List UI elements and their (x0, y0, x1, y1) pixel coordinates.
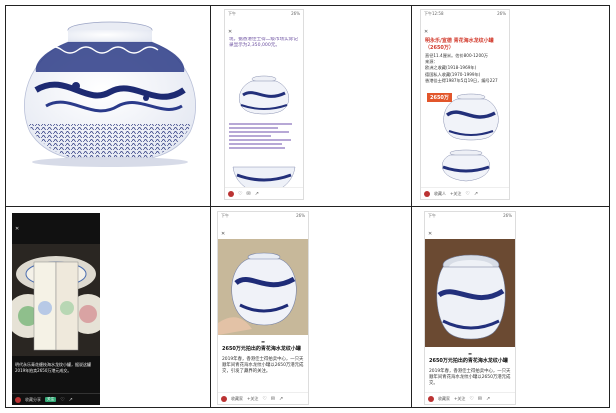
phone-screen: 下午 26% ✕ ▬ 2650万元拍出的青花海水龙纹小罐 2019年春，香港佳士得… (217, 211, 309, 405)
status-bar: 下午 26% (225, 10, 303, 18)
screenshot-cell-2: 下午 26% ✕ 现，据香港佳士得二级市场实际记录显示为2,350,000元。 (211, 6, 411, 206)
status-bar: 下午12:58 26% (421, 10, 509, 18)
avatar[interactable] (424, 190, 430, 197)
status-bar (12, 213, 100, 215)
close-icon[interactable]: ✕ (225, 29, 235, 35)
dragon-jar-image (24, 21, 196, 167)
like-icon[interactable]: ♡ (60, 397, 64, 403)
username[interactable]: 收藏分享 (25, 397, 41, 403)
share-icon[interactable]: ↗ (69, 397, 73, 403)
close-icon[interactable]: ✕ (421, 29, 431, 35)
bottom-bar: 收藏家 +关注 ♡ ✉ ↗ (425, 392, 515, 404)
username[interactable]: 收藏家 (438, 396, 450, 402)
status-battery: 26% (497, 11, 506, 16)
follow-button[interactable]: 关注 (45, 397, 57, 402)
article-text: 现，据香港佳士得二级市场实际记录显示为2,350,000元。 (229, 37, 298, 49)
jar-image-block: 2650万 (421, 85, 509, 145)
like-icon[interactable]: ♡ (465, 191, 469, 197)
detail-line: 香港佳士得1987年5月19日，编号227 (425, 77, 498, 83)
share-icon[interactable]: ↗ (255, 191, 259, 197)
status-time: 下午12:58 (424, 11, 444, 16)
article-title: 2650万元拍出的青花海水龙纹小罐 (222, 346, 301, 352)
bottom-bar: 收藏分享 关注 ♡ ↗ (12, 393, 100, 405)
screenshot-cell-6: 下午 26% ✕ ▬ 2650万元拍出的青花海水龙纹小罐 2019年春，香港佳士得… (412, 207, 611, 409)
close-icon[interactable]: ✕ (218, 231, 228, 237)
jar-in-hand-photo (218, 239, 308, 335)
jar-image (239, 75, 289, 115)
caption-text: 明代永乐青花缠枝海水龙纹小罐，据说这罐2019年拍卖2650万港元成交。 (15, 362, 91, 373)
share-icon[interactable]: ↗ (486, 396, 490, 402)
bottom-bar: 收藏家 +关注 ♡ ✉ ↗ (218, 392, 308, 404)
title-line: 明永乐/宣德 青花海水龙纹小罐 (425, 38, 494, 44)
status-time: 下午 (221, 213, 229, 218)
avatar[interactable] (221, 395, 227, 402)
details-list: 直径11.4厘米。估价800-1200万 来源： 欧洲之收藏(1918-1969… (421, 52, 509, 85)
title-price: （2650万） (425, 44, 454, 51)
comment-icon[interactable]: ✉ (271, 396, 275, 402)
avatar[interactable] (15, 396, 21, 403)
like-icon[interactable]: ♡ (262, 396, 266, 402)
status-time: 下午 (228, 11, 236, 16)
share-icon[interactable]: ↗ (279, 396, 283, 402)
share-icon[interactable]: ↗ (474, 191, 478, 197)
phone-screen: 下午 26% ✕ 现，据香港佳士得二级市场实际记录显示为2,350,000元。 (224, 9, 304, 200)
open-jar-photo (425, 239, 515, 347)
screenshot-cell-4: ✕ 明代永乐青花缠枝海水龙纹小罐，据说这罐2019年拍卖2650万港元成交。 收… (6, 207, 210, 409)
article-title: 明永乐/宣德 青花海水龙纹小罐 （2650万） (421, 37, 509, 52)
comment-icon[interactable]: ✉ (246, 191, 250, 197)
avatar[interactable] (428, 395, 434, 402)
article-title: 2650万元拍出的青花海水龙纹小罐 (429, 358, 508, 364)
phone-screen: 下午12:58 26% ✕ 明永乐/宣德 青花海水龙纹小罐 （2650万） 直径1… (420, 9, 510, 200)
screenshot-cell-5: 下午 26% ✕ ▬ 2650万元拍出的青花海水龙纹小罐 2019年春，香港佳士得… (211, 207, 411, 409)
plates-photo (12, 244, 100, 356)
status-time: 下午 (428, 213, 436, 218)
bottom-bar: 收藏人 +关注 ♡ ↗ (421, 187, 509, 199)
status-battery: 26% (296, 213, 305, 218)
image-grid: 下午 26% ✕ 现，据香港佳士得二级市场实际记录显示为2,350,000元。 (5, 5, 610, 408)
follow-button[interactable]: +关注 (454, 396, 465, 402)
screenshot-cell-3: 下午12:58 26% ✕ 明永乐/宣德 青花海水龙纹小罐 （2650万） 直径1… (412, 6, 611, 206)
like-icon[interactable]: ♡ (469, 396, 473, 402)
status-bar: 下午 26% (218, 212, 308, 220)
phone-screen: ✕ 明代永乐青花缠枝海水龙纹小罐，据说这罐2019年拍卖2650万港元成交。 收… (12, 213, 100, 405)
username[interactable]: 收藏家 (231, 396, 243, 402)
follow-button[interactable]: +关注 (450, 191, 461, 197)
status-battery: 26% (503, 213, 512, 218)
follow-button[interactable]: +关注 (247, 396, 258, 402)
price-tag: 2650万 (427, 93, 452, 103)
status-bar: 下午 26% (425, 212, 515, 220)
like-icon[interactable]: ♡ (238, 191, 242, 197)
phone-screen: 下午 26% ✕ ▬ 2650万元拍出的青花海水龙纹小罐 2019年春，香港佳士得… (424, 211, 516, 405)
jar-image-2 (441, 149, 491, 182)
avatar[interactable] (228, 190, 234, 197)
close-icon[interactable]: ✕ (425, 231, 435, 237)
caption-text (225, 121, 303, 163)
jar-photo-cell (6, 6, 210, 206)
bottom-bar: ♡ ✉ ↗ (225, 187, 303, 199)
comment-icon[interactable]: ✉ (478, 396, 482, 402)
status-battery: 26% (291, 11, 300, 16)
username[interactable]: 收藏人 (434, 191, 446, 197)
close-icon[interactable]: ✕ (12, 226, 22, 232)
